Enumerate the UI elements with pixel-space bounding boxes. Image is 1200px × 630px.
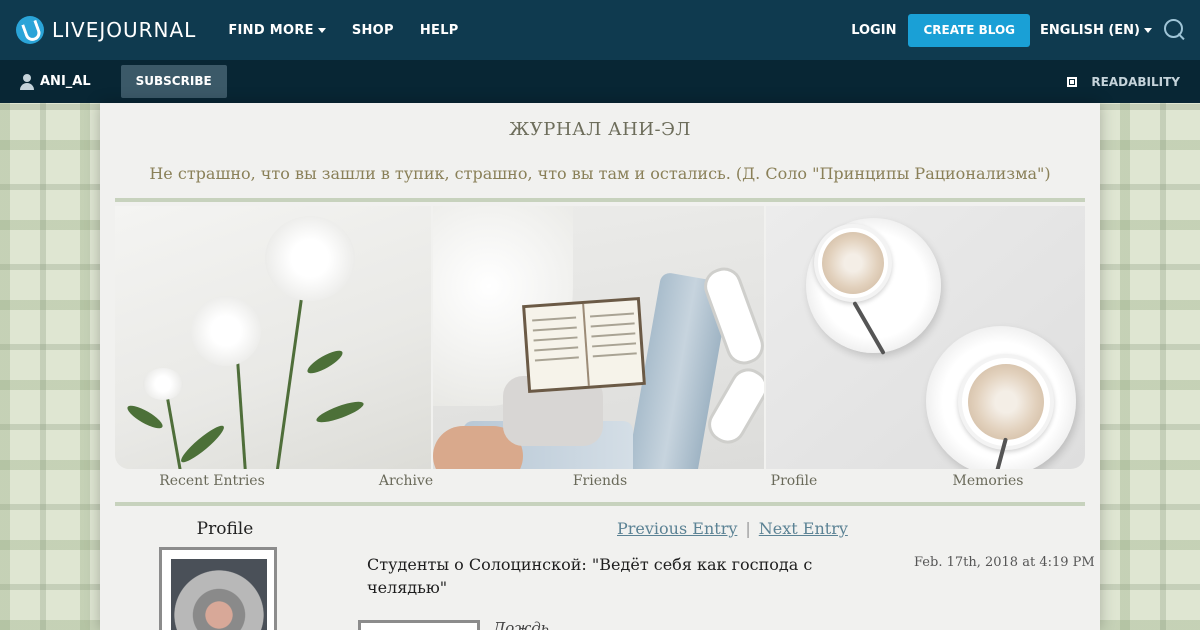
banner-image-coffee	[766, 206, 1085, 469]
journal-menu: Recent Entries Archive Friends Profile M…	[115, 473, 1085, 489]
entry-nav-separator: |	[745, 519, 751, 538]
menu-recent-entries[interactable]: Recent Entries	[115, 473, 309, 489]
readability-checkbox-icon	[1067, 76, 1078, 87]
avatar	[171, 559, 267, 630]
language-label: ENGLISH (EN)	[1040, 22, 1140, 38]
divider	[115, 502, 1085, 506]
entry-userpic	[358, 620, 480, 630]
next-entry-link[interactable]: Next Entry	[759, 519, 848, 538]
menu-profile[interactable]: Profile	[697, 473, 891, 489]
entry-text: Дождь	[493, 619, 549, 630]
search-icon[interactable]	[1164, 19, 1186, 41]
nav-help-label: HELP	[419, 22, 459, 38]
chevron-down-icon	[1144, 27, 1152, 33]
profile-heading: Profile	[196, 519, 254, 539]
previous-entry-link[interactable]: Previous Entry	[617, 519, 737, 538]
livejournal-logo-icon	[16, 16, 44, 44]
language-selector[interactable]: ENGLISH (EN)	[1040, 23, 1152, 38]
login-link[interactable]: LOGIN	[851, 23, 896, 38]
top-navigation-bar: LIVEJOURNAL FIND MORE SHOP HELP LOGIN CR…	[0, 0, 1200, 60]
banner-image-reading	[433, 206, 764, 469]
leaf	[314, 397, 366, 427]
nav-shop[interactable]: SHOP	[352, 23, 394, 38]
nav-find-more-label: FIND MORE	[228, 22, 314, 38]
readability-label: READABILITY	[1091, 74, 1180, 89]
journal-owner-bar: ANI_AL SUBSCRIBE READABILITY	[0, 60, 1200, 103]
leaf	[124, 401, 166, 433]
top-right-actions: LOGIN CREATE BLOG ENGLISH (EN)	[851, 13, 1186, 47]
readability-toggle[interactable]: READABILITY	[1067, 75, 1180, 89]
profile-userpic[interactable]	[159, 547, 277, 630]
username: ANI_AL	[40, 74, 91, 89]
menu-archive[interactable]: Archive	[309, 473, 503, 489]
nav-shop-label: SHOP	[351, 22, 394, 38]
leaf	[177, 421, 228, 467]
entry-date: Feb. 17th, 2018 at 4:19 PM	[914, 555, 1095, 570]
subscribe-button[interactable]: SUBSCRIBE	[120, 65, 227, 98]
main-nav: FIND MORE SHOP HELP	[228, 23, 484, 38]
entry-navigation: Previous Entry | Next Entry	[617, 519, 848, 538]
nav-find-more[interactable]: FIND MORE	[228, 23, 326, 38]
coffee	[968, 364, 1044, 440]
user-link[interactable]: ANI_AL	[20, 73, 91, 90]
menu-memories[interactable]: Memories	[891, 473, 1085, 489]
leaf	[304, 346, 346, 378]
create-blog-button[interactable]: CREATE BLOG	[908, 13, 1031, 47]
entry-title[interactable]: Студенты о Солоцинской: "Ведёт себя как …	[367, 553, 847, 599]
banner-image-flowers	[115, 206, 431, 469]
journal-header-banner	[115, 206, 1085, 469]
flower-stem	[275, 290, 304, 469]
menu-friends[interactable]: Friends	[503, 473, 697, 489]
peony-flower	[191, 296, 261, 366]
journal-subtitle: Не страшно, что вы зашли в тупик, страшн…	[149, 164, 1051, 183]
peony-bud	[143, 368, 183, 400]
nav-help[interactable]: HELP	[420, 23, 459, 38]
livejournal-logo[interactable]: LIVEJOURNAL	[16, 16, 196, 44]
logo-text: LIVEJOURNAL	[52, 18, 197, 42]
journal-container: ЖУРНАЛ АНИ-ЭЛ Не страшно, что вы зашли в…	[100, 103, 1100, 630]
divider	[115, 198, 1085, 202]
journal-title: ЖУРНАЛ АНИ-ЭЛ	[509, 119, 691, 140]
user-icon	[20, 73, 34, 90]
open-book	[522, 296, 646, 394]
peony-flower	[265, 216, 355, 301]
chevron-down-icon	[317, 27, 326, 33]
coffee	[822, 232, 884, 294]
